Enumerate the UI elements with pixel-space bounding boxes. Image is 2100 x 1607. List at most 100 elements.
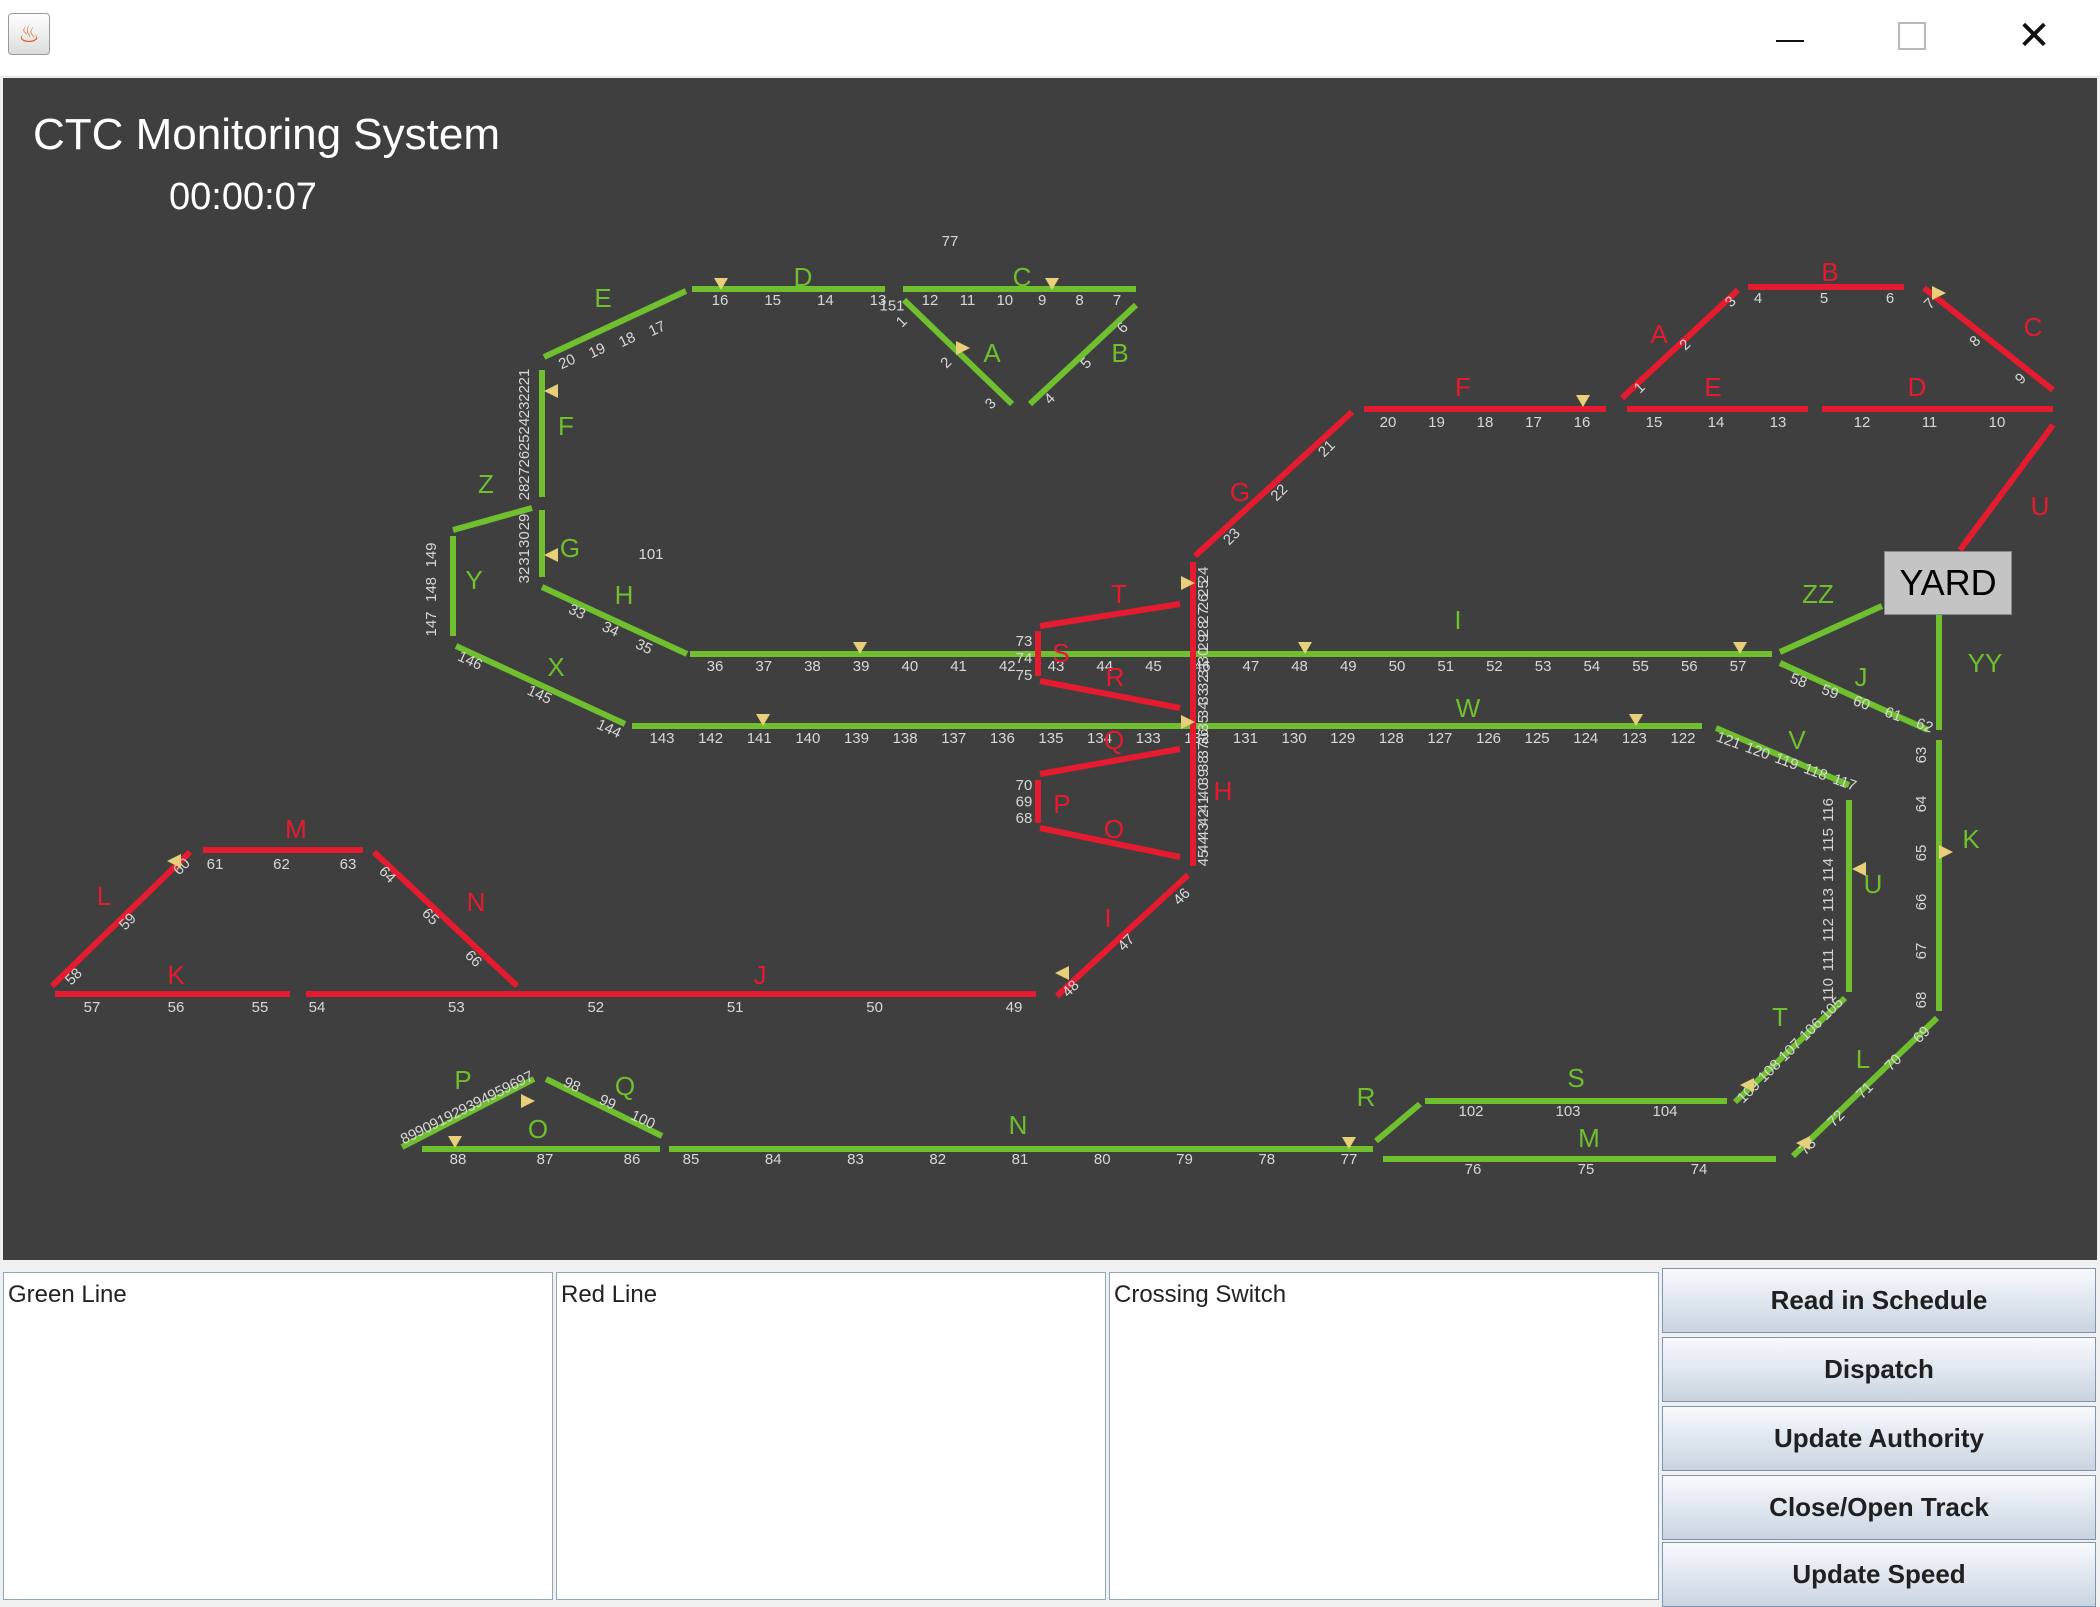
red-section-f: F [1455,372,1471,402]
red-block-62: 62 [273,856,290,873]
green-section-d: D [794,262,813,292]
green-block-62: 62 [1914,715,1935,737]
green-block-10: 10 [996,292,1013,309]
green-section-q: Q [615,1071,635,1101]
dispatch-button[interactable]: Dispatch [1662,1337,2096,1402]
green-block-50: 50 [1389,658,1406,675]
green-block-7: 7 [1113,292,1121,309]
green-block-104: 104 [1652,1103,1677,1120]
green-section-yy: YY [1968,648,2003,678]
green-block-56: 56 [1681,658,1698,675]
green-block-63: 63 [1913,747,1930,764]
green-block-45: 45 [1145,658,1162,675]
red-block-12: 12 [1854,414,1871,431]
red-block-59: 59 [116,910,140,934]
green-block-28: 28 [516,484,533,501]
red-section-i: I [1104,903,1111,933]
green-section-a: A [983,338,1001,368]
red-track-t[interactable] [1039,601,1181,629]
green-block-20: 20 [556,351,578,373]
green-block-103: 103 [1555,1103,1580,1120]
signal-icon [1852,862,1866,876]
green-track-r[interactable] [1374,1101,1422,1144]
red-block-73: 73 [1016,633,1033,650]
read-schedule-button[interactable]: Read in Schedule [1662,1268,2096,1333]
red-section-n: N [467,887,486,917]
green-block-83: 83 [847,1151,864,1168]
green-block-51: 51 [1437,658,1454,675]
green-block-133: 133 [1136,730,1161,747]
green-track-e[interactable] [542,288,688,360]
green-block-136: 136 [990,730,1015,747]
green-track-zz[interactable] [1778,603,1884,655]
close-open-track-button[interactable]: Close/Open Track [1662,1475,2096,1540]
close-button[interactable]: ✕ [1974,0,2094,72]
green-section-o: O [528,1114,548,1144]
red-section-p: P [1053,789,1070,819]
maximize-button[interactable] [1852,0,1972,72]
green-block-18: 18 [616,329,638,351]
track-map-panel: CTC Monitoring System 00:00:07 16 15 14 13 1… [3,78,2097,1260]
green-section-h: H [615,580,634,610]
red-block-13: 13 [1770,414,1787,431]
track-map: 16 15 14 13 12 11 10 9 8 720 19 18 17 123 456212223242… [3,78,2056,1178]
green-block-113: 113 [1820,888,1837,912]
red-block-58: 58 [62,965,86,989]
green-block-75: 75 [1578,1161,1595,1178]
green-block-79: 79 [1176,1151,1193,1168]
green-block-143: 143 [649,730,674,747]
green-section-w: W [1456,693,1481,723]
green-section-l: L [1856,1044,1870,1074]
green-block-124: 124 [1573,730,1598,747]
update-authority-button[interactable]: Update Authority [1662,1406,2096,1471]
green-section-zz: ZZ [1802,579,1834,609]
red-block-5: 5 [1820,290,1828,307]
red-section-b: B [1821,257,1838,287]
green-block-121: 121 [1714,729,1743,754]
red-block-49: 49 [1006,999,1023,1016]
green-block-114: 114 [1820,858,1837,882]
red-block-55: 55 [252,999,269,1016]
crossing-switch-panel: Crossing Switch [1109,1272,1659,1600]
green-block-9: 9 [1038,292,1046,309]
green-block-54: 54 [1584,658,1601,675]
red-block-53: 53 [448,999,465,1016]
green-block-127: 127 [1427,730,1452,747]
red-track-g[interactable] [1192,409,1355,559]
green-block-15: 15 [764,292,781,309]
minimize-button[interactable] [1730,0,1850,72]
green-block-16: 16 [712,292,729,309]
signal-icon [1055,966,1069,980]
green-section-u: U [1864,869,1883,899]
title-bar: ♨ ✕ [0,0,2100,77]
green-block-30: 30 [516,531,533,548]
red-section-q: Q [1104,725,1124,755]
red-section-l: L [97,881,111,911]
red-section-k: K [167,960,185,990]
green-block-74: 74 [1691,1161,1708,1178]
green-block-6: 6 [1114,319,1132,337]
green-block-78: 78 [1258,1151,1275,1168]
green-block-48: 48 [1291,658,1308,675]
green-block-138: 138 [893,730,918,747]
green-block-102: 102 [1458,1103,1483,1120]
green-block-137: 137 [941,730,966,747]
green-block-3: 3 [982,395,1000,413]
update-speed-button[interactable]: Update Speed [1662,1542,2096,1607]
green-block-151: 151 [879,298,904,315]
red-block-57: 57 [84,999,101,1016]
red-section-s: S [1052,638,1069,668]
green-block-67: 67 [1913,943,1930,960]
red-block-19: 19 [1428,414,1445,431]
green-block-2: 2 [937,354,955,372]
green-section-y: Y [465,565,482,595]
green-block-82: 82 [929,1151,946,1168]
java-app-icon[interactable]: ♨ [8,13,50,55]
green-block-52: 52 [1486,658,1503,675]
red-block-64: 64 [375,863,399,887]
red-track-u[interactable] [1957,423,2056,552]
green-block-65: 65 [1913,845,1930,862]
red-block-63: 63 [340,856,357,873]
green-block-130: 130 [1282,730,1307,747]
green-block-84: 84 [765,1151,782,1168]
